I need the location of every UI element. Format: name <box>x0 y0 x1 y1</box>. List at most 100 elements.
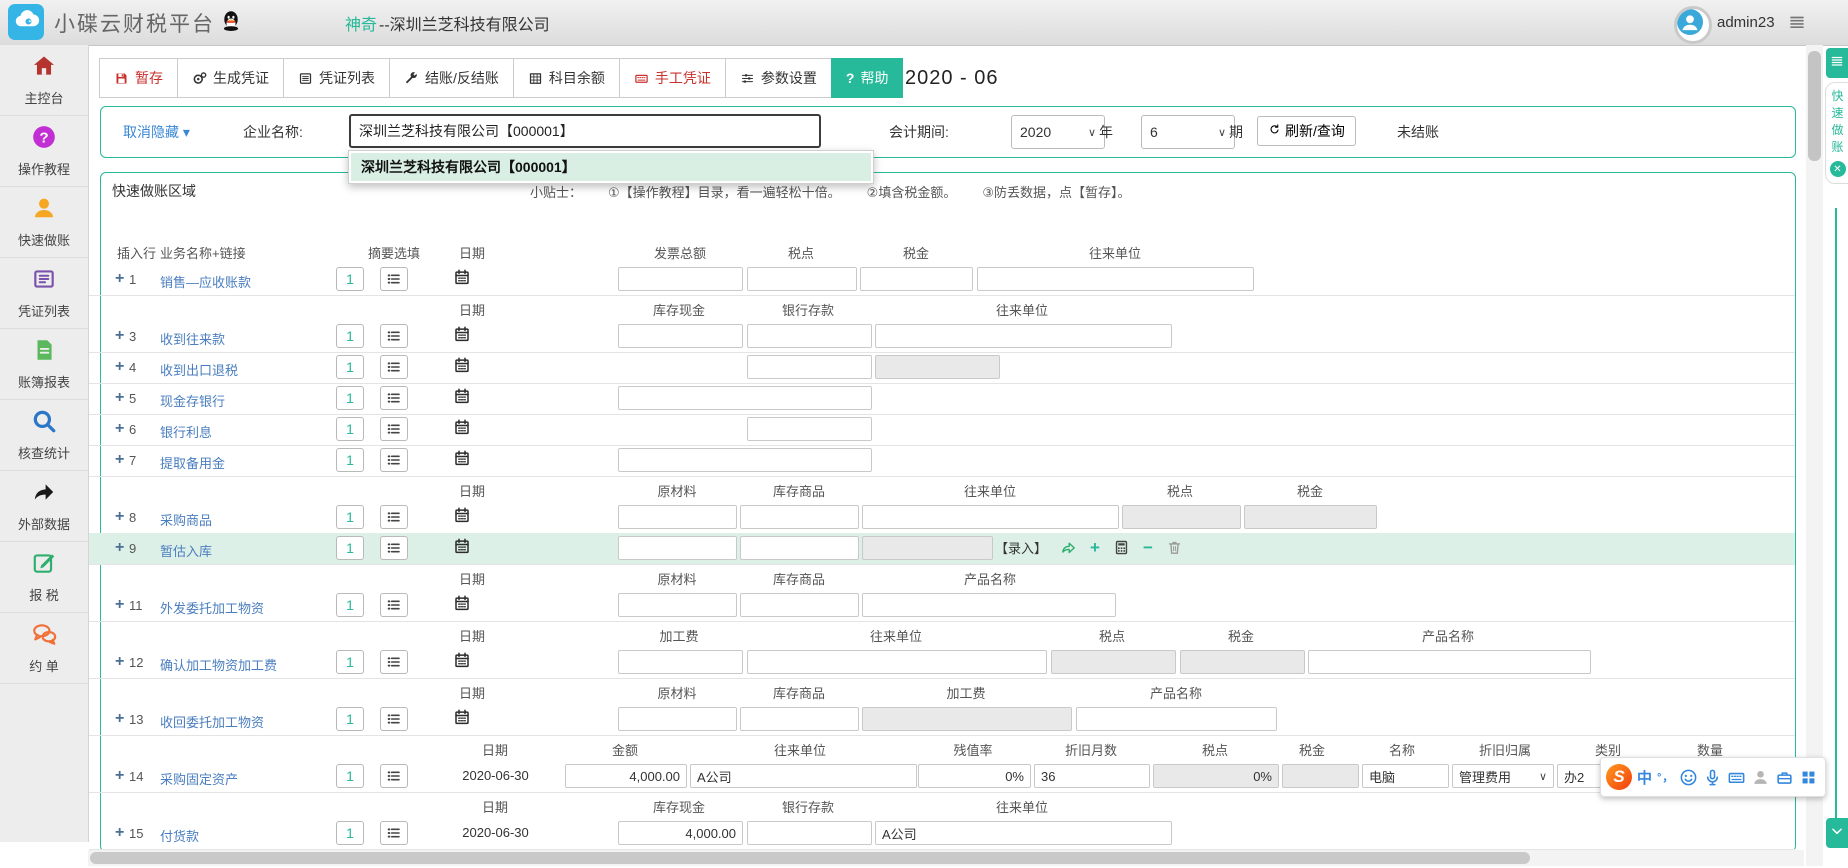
business-link[interactable]: 提取备用金 <box>160 453 225 472</box>
suggestion-item[interactable]: 深圳兰芝科技有限公司【000001】 <box>351 153 871 181</box>
emoji-icon[interactable] <box>1679 768 1698 787</box>
company-input[interactable] <box>349 114 821 148</box>
business-link[interactable]: 现金存银行 <box>160 391 225 410</box>
cell-select[interactable]: 管理费用∨ <box>1452 764 1554 788</box>
cell-input[interactable]: 36 <box>1034 764 1150 788</box>
year-select[interactable]: 2020∨ <box>1011 115 1105 149</box>
toolbar-button-凭证列表[interactable]: 凭证列表 <box>283 58 390 98</box>
sidebar-item-操作教程[interactable]: ?操作教程 <box>0 116 88 187</box>
cell-input[interactable] <box>618 324 743 348</box>
cell-input[interactable] <box>618 650 743 674</box>
plus-icon[interactable]: + <box>1090 539 1100 557</box>
keyboard-icon[interactable] <box>1727 768 1746 787</box>
calculator-icon[interactable] <box>1113 539 1130 556</box>
business-link[interactable]: 银行利息 <box>160 422 212 441</box>
insert-row-icon[interactable]: + <box>115 451 124 469</box>
cell-input[interactable] <box>747 355 872 379</box>
cell-input[interactable] <box>618 505 737 529</box>
sidebar-item-账簿报表[interactable]: 账簿报表 <box>0 329 88 400</box>
business-link[interactable]: 采购商品 <box>160 510 212 529</box>
insert-row-icon[interactable]: + <box>115 389 124 407</box>
cell-input[interactable]: 4,000.00 <box>565 764 687 788</box>
punctuation-toggle[interactable]: °， <box>1657 769 1674 785</box>
toolbar-button-手工凭证[interactable]: 手工凭证 <box>619 58 726 98</box>
export-icon[interactable] <box>1060 539 1077 556</box>
grid-icon[interactable] <box>1799 768 1818 787</box>
cell-input[interactable] <box>740 593 859 617</box>
calendar-icon[interactable] <box>453 449 473 471</box>
cell-input[interactable] <box>977 267 1254 291</box>
cell-input[interactable] <box>862 505 1119 529</box>
insert-row-icon[interactable]: + <box>115 596 124 614</box>
cell-input[interactable] <box>740 707 859 731</box>
entry-label[interactable]: 【录入】 <box>995 538 1047 557</box>
summary-list-button[interactable] <box>380 536 408 560</box>
toolbox-icon[interactable] <box>1775 768 1794 787</box>
sidebar-item-核查统计[interactable]: 核查统计 <box>0 400 88 471</box>
cell-input[interactable]: A公司 <box>875 821 1172 845</box>
zh-toggle[interactable]: 中 <box>1637 767 1652 788</box>
row-count-box[interactable]: 1 <box>336 324 364 348</box>
cell-input[interactable] <box>740 505 859 529</box>
user-gray-icon[interactable] <box>1751 768 1770 787</box>
refresh-query-button[interactable]: 刷新/查询 <box>1257 116 1356 146</box>
toolbar-button-结账/反结账[interactable]: 结账/反结账 <box>389 58 514 98</box>
cell-input[interactable] <box>862 593 1116 617</box>
cell-input[interactable] <box>618 267 743 291</box>
business-link[interactable]: 销售—应收账款 <box>160 272 251 291</box>
row-count-box[interactable]: 1 <box>336 386 364 410</box>
toolbar-button-暂存[interactable]: 暂存 <box>99 58 178 98</box>
horizontal-scrollbar[interactable] <box>88 850 1804 866</box>
sogou-logo[interactable]: S <box>1606 764 1632 790</box>
cell-input[interactable] <box>618 386 872 410</box>
row-count-box[interactable]: 1 <box>336 448 364 472</box>
sidebar-item-凭证列表[interactable]: 凭证列表 <box>0 258 88 329</box>
quicknav-label[interactable]: 快速做账✕ <box>1825 82 1848 184</box>
business-link[interactable]: 采购固定资产 <box>160 769 238 788</box>
calendar-icon[interactable] <box>453 356 473 378</box>
insert-row-icon[interactable]: + <box>115 270 124 288</box>
business-link[interactable]: 暂估入库 <box>160 541 212 560</box>
toolbar-button-参数设置[interactable]: 参数设置 <box>725 58 832 98</box>
row-count-box[interactable]: 1 <box>336 536 364 560</box>
sidebar-item-外部数据[interactable]: 外部数据 <box>0 471 88 542</box>
cell-input[interactable] <box>618 593 737 617</box>
cell-input[interactable] <box>1076 707 1277 731</box>
business-link[interactable]: 收回委托加工物资 <box>160 712 264 731</box>
cell-input[interactable] <box>1308 650 1591 674</box>
cell-input[interactable] <box>747 650 1047 674</box>
cell-input[interactable] <box>618 536 737 560</box>
quicknav-menu-button[interactable] <box>1826 48 1848 78</box>
row-count-box[interactable]: 1 <box>336 650 364 674</box>
summary-list-button[interactable] <box>380 386 408 410</box>
summary-list-button[interactable] <box>380 707 408 731</box>
close-icon[interactable]: ✕ <box>1830 161 1846 177</box>
business-link[interactable]: 收到往来款 <box>160 329 225 348</box>
summary-list-button[interactable] <box>380 593 408 617</box>
trash-icon[interactable] <box>1166 539 1183 556</box>
sidebar-item-快速做账[interactable]: 快速做账 <box>0 187 88 258</box>
calendar-icon[interactable] <box>453 325 473 347</box>
vertical-scrollbar[interactable] <box>1806 45 1823 866</box>
horizontal-scrollbar-thumb[interactable] <box>90 852 1530 864</box>
calendar-icon[interactable] <box>453 387 473 409</box>
cell-input[interactable]: 电脑 <box>1362 764 1449 788</box>
row-count-box[interactable]: 1 <box>336 505 364 529</box>
summary-list-button[interactable] <box>380 355 408 379</box>
cell-input[interactable] <box>618 448 872 472</box>
minus-icon[interactable]: − <box>1143 539 1153 557</box>
row-count-box[interactable]: 1 <box>336 764 364 788</box>
insert-row-icon[interactable]: + <box>115 539 124 557</box>
sidebar-item-主控台[interactable]: 主控台 <box>0 45 88 116</box>
insert-row-icon[interactable]: + <box>115 653 124 671</box>
cell-input[interactable] <box>747 417 872 441</box>
summary-list-button[interactable] <box>380 505 408 529</box>
month-select[interactable]: 6∨ <box>1141 115 1235 149</box>
calendar-icon[interactable] <box>453 506 473 528</box>
business-link[interactable]: 付货款 <box>160 826 199 845</box>
cell-input[interactable]: 4,000.00 <box>618 821 743 845</box>
summary-list-button[interactable] <box>380 267 408 291</box>
cell-input[interactable] <box>747 324 872 348</box>
cell-input[interactable] <box>740 536 859 560</box>
qq-penguin-icon[interactable] <box>218 8 244 39</box>
